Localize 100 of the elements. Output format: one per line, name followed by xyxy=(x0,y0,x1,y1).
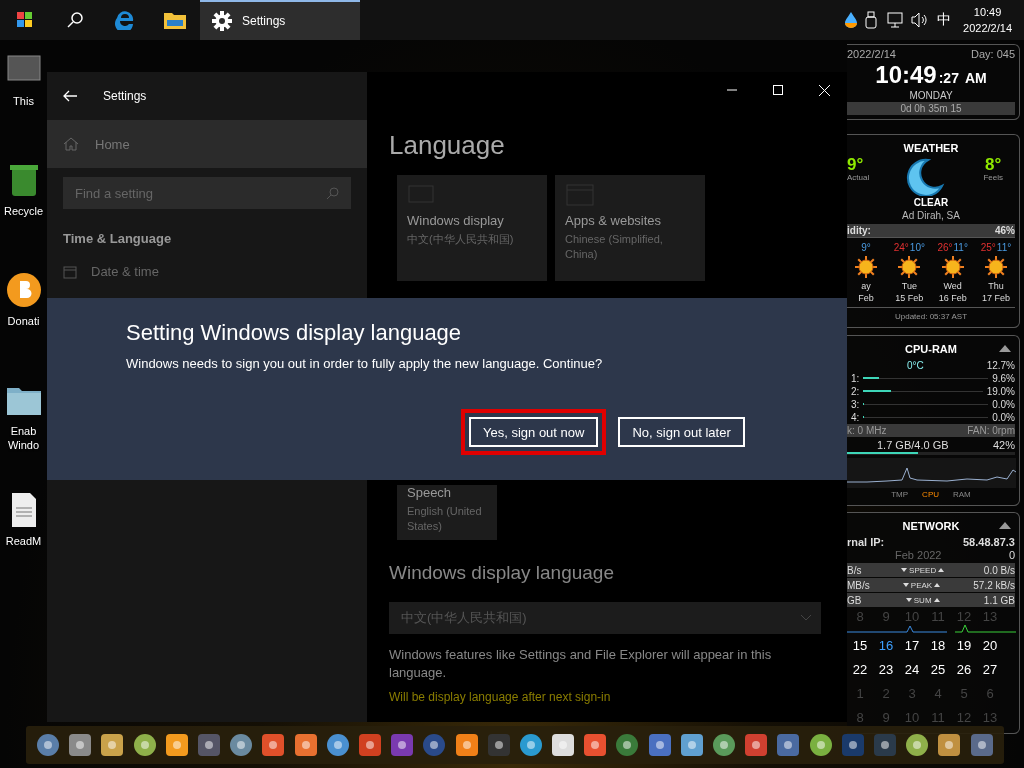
app-icon[interactable] xyxy=(712,733,737,757)
app-icon[interactable] xyxy=(679,733,704,757)
caret-icon xyxy=(934,583,941,587)
core-load: 0.0% xyxy=(992,411,1015,424)
app-icon[interactable] xyxy=(583,733,608,757)
app-icon[interactable] xyxy=(776,733,801,757)
speech-tile[interactable]: Speech English (United States) xyxy=(397,485,497,540)
graph-legend-item[interactable]: TMP xyxy=(891,488,909,501)
app-icon[interactable] xyxy=(454,733,479,757)
collapse-icon[interactable] xyxy=(999,522,1011,529)
input-method-indicator[interactable]: 中 xyxy=(937,11,952,29)
traffic-value: GB xyxy=(847,593,862,607)
desktop-icon-label[interactable]: ReadM xyxy=(0,534,47,548)
window-title: Settings xyxy=(103,89,147,103)
app-icon[interactable] xyxy=(647,733,672,757)
low-temperature: 9° xyxy=(861,242,871,253)
network-icon[interactable] xyxy=(885,12,904,28)
app-icon[interactable] xyxy=(518,733,543,757)
back-arrow-icon[interactable] xyxy=(63,90,77,102)
desktop-icon-label[interactable]: Enab Windo xyxy=(0,424,47,452)
calendar-day[interactable]: 25 xyxy=(925,662,951,676)
cpu-temperature: 0°C xyxy=(907,359,924,372)
app-icon[interactable] xyxy=(68,733,93,757)
gear-icon xyxy=(212,11,232,31)
taskbar-button[interactable]: Settings xyxy=(200,0,360,40)
volume-icon[interactable] xyxy=(911,12,930,28)
app-icon[interactable] xyxy=(744,733,769,757)
clock-date[interactable]: 2022/2/14 xyxy=(963,20,1012,36)
calendar-day[interactable]: 24 xyxy=(899,662,925,676)
home-nav-item[interactable]: Home xyxy=(47,120,367,168)
browser-icon[interactable] xyxy=(115,10,135,30)
uptime: 0d 0h 35m 15 xyxy=(900,102,962,115)
desktop-icon-label[interactable]: Donati xyxy=(0,314,47,328)
calendar-day[interactable]: 15 xyxy=(847,638,873,652)
app-icon[interactable] xyxy=(100,733,125,757)
desktop-icon-label[interactable]: This xyxy=(0,94,47,108)
calendar-day[interactable]: 17 xyxy=(899,638,925,652)
search-icon[interactable] xyxy=(67,12,83,28)
app-icon[interactable] xyxy=(551,733,576,757)
app-icon[interactable] xyxy=(615,733,640,757)
traffic-value: B/s xyxy=(847,563,862,577)
language-tile[interactable]: Apps & websites Chinese (Simplified, China) xyxy=(555,175,705,281)
windows-logo-icon[interactable] xyxy=(17,12,33,28)
app-icon[interactable] xyxy=(872,733,897,757)
dialog-button[interactable]: Yes, sign out now xyxy=(469,417,599,447)
clock-time[interactable]: 10:49 xyxy=(973,4,1002,20)
low-temperature: 10° xyxy=(909,242,925,253)
high-temperature: 26° xyxy=(937,242,953,253)
widget-title: CPU-RAM xyxy=(905,343,957,355)
traffic-value: MB/s xyxy=(847,578,870,592)
app-icon[interactable] xyxy=(390,733,415,757)
app-icon[interactable] xyxy=(293,733,318,757)
calendar-day[interactable]: 18 xyxy=(925,638,951,652)
drop-icon[interactable] xyxy=(845,12,858,28)
calendar-day[interactable]: 26 xyxy=(951,662,977,676)
traffic-label: SPEED xyxy=(909,564,937,577)
collapse-icon[interactable] xyxy=(999,345,1011,352)
temperature-label: Feels xyxy=(983,172,1003,184)
app-icon[interactable] xyxy=(132,733,157,757)
app-icon[interactable] xyxy=(164,733,189,757)
app-icon[interactable] xyxy=(261,733,286,757)
calendar-day[interactable]: 19 xyxy=(951,638,977,652)
core-label: 3: xyxy=(851,398,860,411)
clock-ampm: AM xyxy=(964,70,987,86)
app-icon[interactable] xyxy=(36,733,61,757)
moon-icon xyxy=(906,158,947,196)
widget-title: WEATHER xyxy=(903,142,959,154)
app-icon[interactable] xyxy=(808,733,833,757)
app-icon[interactable] xyxy=(325,733,350,757)
app-icon[interactable] xyxy=(197,733,222,757)
dialog-button[interactable]: No, sign out later xyxy=(618,417,745,447)
high-temperature: 24° xyxy=(893,242,909,253)
graph-legend-item[interactable]: RAM xyxy=(953,488,971,501)
app-icon[interactable] xyxy=(486,733,511,757)
app-icon[interactable] xyxy=(229,733,254,757)
usb-icon[interactable] xyxy=(865,11,878,29)
app-icon[interactable] xyxy=(840,733,865,757)
forecast-day: Tue xyxy=(901,281,917,291)
calendar-day[interactable]: 20 xyxy=(977,638,1003,652)
calendar-day[interactable]: 23 xyxy=(873,662,899,676)
temperature-label: Actual xyxy=(847,172,870,184)
language-tile[interactable]: Windows display 中文(中华人民共和国) xyxy=(397,175,547,281)
clock-seconds: :27 xyxy=(938,70,959,86)
calendar-day[interactable]: 27 xyxy=(977,662,1003,676)
calendar-day[interactable]: 22 xyxy=(847,662,873,676)
graph-legend-item[interactable]: CPU xyxy=(922,488,939,501)
calendar-day[interactable]: 16 xyxy=(873,638,899,652)
folder-icon[interactable] xyxy=(164,11,186,29)
app-icon[interactable] xyxy=(905,733,930,757)
calendar-icon xyxy=(63,264,77,279)
caret-icon xyxy=(933,598,940,602)
core-label: 2: xyxy=(851,385,860,398)
app-icon[interactable] xyxy=(357,733,382,757)
desktop-icon-label[interactable]: Recycle xyxy=(0,204,47,218)
clock-hours-minutes: 10:49 xyxy=(875,61,937,89)
app-icon[interactable] xyxy=(969,733,994,757)
app-icon[interactable] xyxy=(937,733,962,757)
nav-item[interactable]: Date & time xyxy=(63,264,351,279)
app-icon[interactable] xyxy=(422,733,447,757)
widget-title: NETWORK xyxy=(902,520,960,532)
